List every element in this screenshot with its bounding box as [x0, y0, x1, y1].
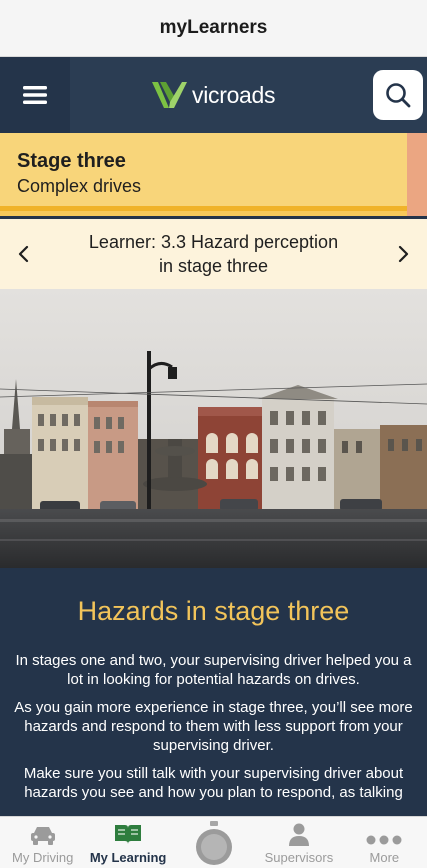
next-topic-button[interactable]: [381, 219, 427, 289]
article-paragraph: Make sure you still talk with your super…: [23, 765, 404, 801]
learner-topic-navigator: Learner: 3.3 Hazard perception in stage …: [0, 219, 427, 289]
stage-title: Stage three: [17, 150, 126, 172]
bottom-tab-bar: My Driving My Learning Supervisors More: [0, 816, 427, 868]
tab-label: Supervisors: [264, 850, 334, 865]
app-title: myLearners: [159, 17, 268, 38]
vicroads-logo-mark-icon: [152, 82, 187, 108]
search-icon: [386, 83, 411, 108]
tab-label: More: [369, 850, 400, 865]
top-navigation-bar: vicroads: [0, 57, 427, 133]
open-book-icon: [115, 825, 142, 844]
app-title-bar: myLearners: [0, 0, 427, 57]
tab-more[interactable]: More: [342, 817, 427, 868]
car-icon: [30, 827, 55, 845]
tab-label: My Learning: [89, 850, 167, 865]
more-dots-icon: [366, 835, 402, 845]
logo-text: vicroads: [192, 81, 276, 108]
tab-my-learning[interactable]: My Learning: [85, 817, 170, 868]
hamburger-menu-icon: [23, 86, 47, 104]
article-content: Hazards in stage three In stages one and…: [0, 568, 427, 816]
stage-subtitle: Complex drives: [17, 176, 142, 196]
stopwatch-icon: [195, 820, 232, 865]
tab-label: My Driving: [12, 850, 74, 865]
tab-my-driving[interactable]: My Driving: [0, 817, 85, 868]
tab-stopwatch[interactable]: [171, 817, 256, 868]
tab-supervisors[interactable]: Supervisors: [256, 817, 341, 868]
learner-topic-line-2: in stage three: [158, 256, 269, 276]
previous-topic-button[interactable]: [0, 219, 46, 289]
vicroads-logo: vicroads: [150, 75, 290, 115]
person-icon: [288, 823, 309, 846]
chevron-left-icon: [18, 245, 29, 263]
street-scene-image: [0, 289, 427, 568]
article-paragraph: In stages one and two, your supervising …: [15, 652, 412, 688]
menu-button[interactable]: [0, 57, 70, 133]
search-button[interactable]: [373, 70, 423, 120]
learner-topic-line-1: Learner: 3.3 Hazard perception: [88, 232, 339, 252]
stage-card-next-peek[interactable]: [407, 133, 427, 216]
learner-topic-title: Learner: 3.3 Hazard perception in stage …: [46, 230, 381, 278]
article-paragraph: As you gain more experience in stage thr…: [14, 699, 413, 754]
stage-banner[interactable]: Stage three Complex drives: [0, 133, 427, 216]
stage-card-current[interactable]: Stage three Complex drives: [0, 133, 407, 211]
hero-street-photo: [0, 289, 427, 568]
article-heading: Hazards in stage three: [77, 596, 350, 626]
chevron-right-icon: [398, 245, 409, 263]
